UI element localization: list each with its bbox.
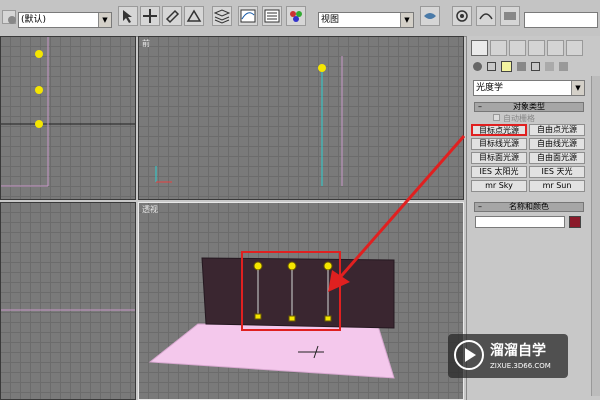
chevron-down-icon[interactable]: ▼ bbox=[571, 81, 584, 95]
ies-sun-button[interactable]: IES 太阳光 bbox=[471, 166, 527, 178]
light-icon bbox=[318, 64, 326, 72]
motion-tab-icon[interactable] bbox=[528, 40, 545, 56]
object-color-swatch[interactable] bbox=[569, 216, 581, 228]
material-editor-icon[interactable] bbox=[286, 6, 306, 26]
main-toolbar: (默认) ▼ 视图 ▼ bbox=[0, 0, 600, 37]
object-type-rollout[interactable]: – 对象类型 bbox=[474, 102, 584, 112]
free-area-light-button[interactable]: 自由面光源 bbox=[529, 152, 585, 164]
ies-sky-button[interactable]: IES 天光 bbox=[529, 166, 585, 178]
floor-plane bbox=[148, 323, 395, 379]
scale-icon[interactable] bbox=[184, 6, 204, 26]
collapse-icon[interactable]: – bbox=[478, 103, 482, 111]
view-mode-value: 视图 bbox=[321, 15, 340, 25]
light-target-icon bbox=[254, 313, 262, 320]
auto-grid-checkbox[interactable] bbox=[493, 114, 500, 121]
light-icon bbox=[253, 261, 263, 271]
light-icon bbox=[287, 261, 297, 271]
object-type-title: 对象类型 bbox=[513, 102, 545, 111]
viewport-front-canvas bbox=[155, 56, 343, 186]
light-target-icon bbox=[288, 315, 296, 322]
target-area-light-button[interactable]: 目标面光源 bbox=[471, 152, 527, 164]
viewport-top[interactable] bbox=[0, 36, 136, 200]
watermark: 溜溜自学 ZIXUE.3D66.COM bbox=[448, 334, 568, 378]
light-icon bbox=[35, 120, 43, 128]
viewport-front[interactable]: 前 bbox=[138, 36, 464, 200]
light-icon bbox=[323, 261, 333, 271]
mr-sun-button[interactable]: mr Sun bbox=[529, 180, 585, 192]
chevron-down-icon[interactable]: ▼ bbox=[98, 13, 111, 27]
hierarchy-tab-icon[interactable] bbox=[509, 40, 526, 56]
render-production-icon[interactable] bbox=[500, 6, 520, 26]
selection-filter-value: (默认) bbox=[21, 15, 47, 25]
light-icon bbox=[35, 50, 43, 58]
chevron-down-icon[interactable]: ▼ bbox=[400, 13, 413, 27]
render-frame-icon[interactable] bbox=[452, 6, 472, 26]
systems-icon[interactable] bbox=[559, 62, 568, 71]
selection-filter-dropdown[interactable]: (默认) ▼ bbox=[18, 12, 112, 28]
select-filter-icon[interactable] bbox=[2, 10, 16, 24]
schematic-view-icon[interactable] bbox=[262, 6, 282, 26]
viewport-left[interactable] bbox=[0, 202, 136, 400]
modify-tab-icon[interactable] bbox=[490, 40, 507, 56]
select-object-icon[interactable] bbox=[118, 6, 138, 26]
name-color-title: 名称和颜色 bbox=[509, 202, 549, 211]
curve-editor-icon[interactable] bbox=[238, 6, 258, 26]
render-setup-icon[interactable] bbox=[420, 6, 440, 26]
create-category-bar bbox=[471, 60, 597, 74]
free-linear-light-button[interactable]: 自由线光源 bbox=[529, 138, 585, 150]
play-logo-icon bbox=[454, 340, 484, 370]
display-tab-icon[interactable] bbox=[547, 40, 564, 56]
named-selection-dropdown[interactable] bbox=[524, 12, 598, 28]
light-icon bbox=[35, 86, 43, 94]
viewport-perspective[interactable]: 透视 bbox=[138, 202, 464, 400]
layers-icon[interactable] bbox=[212, 6, 232, 26]
rotate-icon[interactable] bbox=[162, 6, 182, 26]
target-linear-light-button[interactable]: 目标线光源 bbox=[471, 138, 527, 150]
watermark-brand: 溜溜自学 bbox=[490, 343, 546, 359]
free-point-light-button[interactable]: 自由点光源 bbox=[529, 124, 585, 136]
quick-render-icon[interactable] bbox=[476, 6, 496, 26]
shapes-icon[interactable] bbox=[487, 62, 496, 71]
watermark-url: ZIXUE.3D66.COM bbox=[490, 362, 551, 370]
collapse-icon[interactable]: – bbox=[478, 203, 482, 211]
light-type-dropdown[interactable]: 光度学 ▼ bbox=[473, 80, 585, 96]
light-target-icon bbox=[324, 315, 332, 322]
auto-grid-row[interactable]: 自动栅格 bbox=[489, 113, 579, 123]
back-wall bbox=[201, 257, 395, 329]
auto-grid-label: 自动栅格 bbox=[503, 114, 535, 123]
mr-sky-button[interactable]: mr Sky bbox=[471, 180, 527, 192]
light-type-value: 光度学 bbox=[476, 83, 504, 93]
panel-scrollbar[interactable] bbox=[591, 76, 600, 396]
viewport-top-canvas bbox=[0, 36, 136, 187]
geometry-icon[interactable] bbox=[473, 62, 482, 71]
utilities-tab-icon[interactable] bbox=[566, 40, 583, 56]
object-name-field[interactable] bbox=[475, 216, 565, 228]
lights-icon[interactable] bbox=[501, 61, 512, 72]
view-mode-dropdown[interactable]: 视图 ▼ bbox=[318, 12, 414, 28]
space-warps-icon[interactable] bbox=[545, 62, 554, 71]
viewport-left-canvas bbox=[0, 309, 136, 311]
name-color-rollout[interactable]: – 名称和颜色 bbox=[474, 202, 584, 212]
helpers-icon[interactable] bbox=[531, 62, 540, 71]
create-tab-icon[interactable] bbox=[471, 40, 488, 56]
cameras-icon[interactable] bbox=[517, 62, 526, 71]
viewport-perspective-canvas bbox=[148, 251, 395, 379]
target-point-light-button[interactable]: 目标点光源 bbox=[471, 124, 527, 136]
move-icon[interactable] bbox=[140, 6, 160, 26]
